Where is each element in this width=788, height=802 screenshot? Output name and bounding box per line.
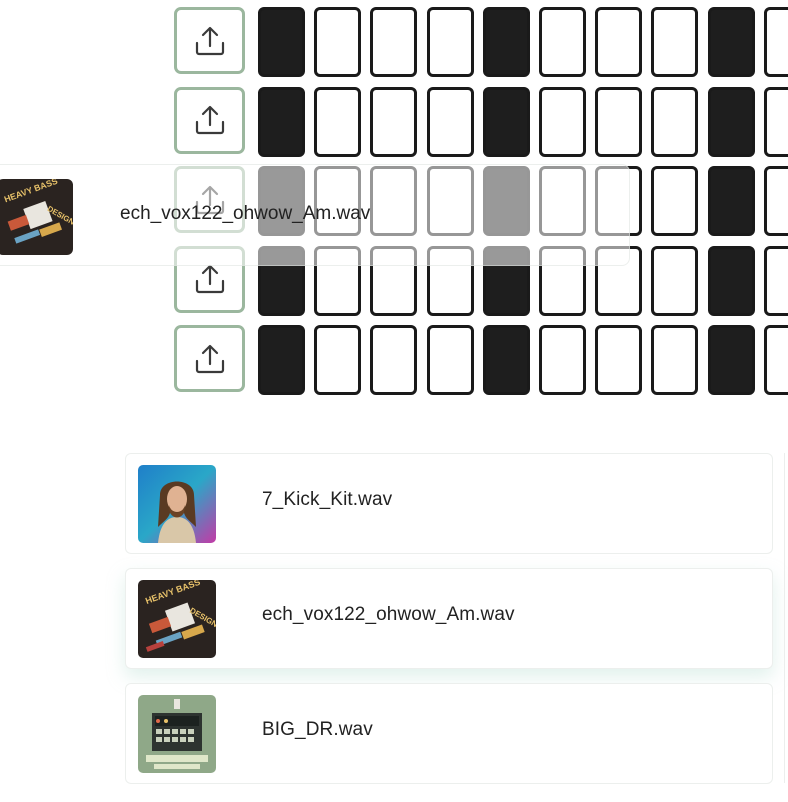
step-pad[interactable] — [763, 7, 788, 77]
step-pad[interactable] — [595, 86, 643, 157]
upload-sample-button[interactable] — [174, 86, 245, 154]
step-pad[interactable] — [426, 86, 474, 157]
step-pad[interactable] — [539, 325, 586, 395]
step-pad[interactable] — [426, 325, 474, 395]
upload-sample-button[interactable] — [174, 7, 245, 74]
step-pad[interactable] — [763, 166, 788, 236]
step-pad[interactable] — [370, 7, 418, 77]
step-pad[interactable] — [482, 86, 530, 157]
upload-sample-button[interactable] — [174, 166, 245, 233]
sample-list: 7_Kick_Kit.wav HEAVY BASS DESIGN ech_vox… — [125, 453, 773, 798]
step-pad[interactable] — [258, 325, 305, 395]
upload-icon — [195, 185, 224, 214]
step-pad[interactable] — [370, 86, 418, 157]
step-pad[interactable] — [482, 245, 530, 316]
step-pad[interactable] — [651, 325, 699, 395]
step-pad[interactable] — [258, 86, 305, 157]
step-pad[interactable] — [482, 7, 530, 77]
step-pad[interactable] — [707, 7, 755, 77]
step-pad[interactable] — [595, 7, 643, 77]
step-pad[interactable] — [314, 7, 362, 77]
upload-icon — [195, 264, 224, 294]
step-pad[interactable] — [426, 166, 474, 236]
step-pad[interactable] — [763, 86, 788, 157]
sample-item[interactable]: HEAVY BASS DESIGN ech_vox122_ohwow_Am.wa… — [125, 568, 773, 669]
step-pad[interactable] — [539, 245, 586, 316]
list-edge-divider — [784, 453, 785, 783]
step-pad[interactable] — [595, 245, 643, 316]
step-pad[interactable] — [314, 245, 362, 316]
sample-filename: 7_Kick_Kit.wav — [262, 489, 393, 510]
step-pad[interactable] — [651, 166, 699, 236]
sample-filename: ech_vox122_ohwow_Am.wav — [262, 604, 515, 625]
album-art: HEAVY BASS DESIGN — [138, 580, 216, 658]
sequencer-row — [174, 166, 788, 236]
beat-maker: 7_Kick_Kit.wav HEAVY BASS DESIGN ech_vox… — [0, 0, 788, 802]
step-pad[interactable] — [258, 245, 305, 316]
svg-text:DESIGN: DESIGN — [46, 204, 73, 227]
step-pad[interactable] — [595, 166, 643, 236]
step-pad[interactable] — [314, 325, 362, 395]
step-pad[interactable] — [763, 325, 788, 395]
upload-sample-button[interactable] — [174, 245, 245, 313]
step-pad[interactable] — [595, 325, 643, 395]
sample-item[interactable]: 7_Kick_Kit.wav — [125, 453, 773, 554]
step-pad[interactable] — [763, 245, 788, 316]
sequencer-row — [174, 245, 788, 316]
step-pad[interactable] — [370, 245, 418, 316]
sequencer-row — [174, 7, 788, 77]
album-art — [138, 695, 216, 773]
step-pad[interactable] — [314, 86, 362, 157]
step-pad[interactable] — [707, 325, 755, 395]
step-pad[interactable] — [426, 245, 474, 316]
step-pad[interactable] — [539, 7, 586, 77]
sample-filename: BIG_DR.wav — [262, 719, 373, 740]
sequencer-grid — [174, 7, 788, 405]
sequencer-row — [174, 325, 788, 395]
step-pad[interactable] — [370, 325, 418, 395]
step-pad[interactable] — [314, 166, 362, 236]
upload-icon — [195, 344, 224, 373]
step-pad[interactable] — [707, 86, 755, 157]
step-pad[interactable] — [426, 7, 474, 77]
step-pad[interactable] — [651, 7, 699, 77]
album-art: HEAVY BASS DESIGN — [0, 179, 73, 255]
upload-sample-button[interactable] — [174, 325, 245, 392]
step-pad[interactable] — [651, 86, 699, 157]
step-pad[interactable] — [258, 166, 305, 236]
sequencer-row — [174, 86, 788, 157]
album-art — [138, 465, 216, 543]
step-pad[interactable] — [482, 166, 530, 236]
upload-icon — [195, 105, 224, 135]
upload-icon — [195, 26, 224, 55]
step-pad[interactable] — [707, 245, 755, 316]
step-pad[interactable] — [651, 245, 699, 316]
sample-item[interactable]: BIG_DR.wav — [125, 683, 773, 784]
step-pad[interactable] — [707, 166, 755, 236]
step-pad[interactable] — [258, 7, 305, 77]
step-pad[interactable] — [370, 166, 418, 236]
step-pad[interactable] — [539, 86, 586, 157]
step-pad[interactable] — [539, 166, 586, 236]
step-pad[interactable] — [482, 325, 530, 395]
svg-text:HEAVY BASS: HEAVY BASS — [3, 179, 59, 204]
